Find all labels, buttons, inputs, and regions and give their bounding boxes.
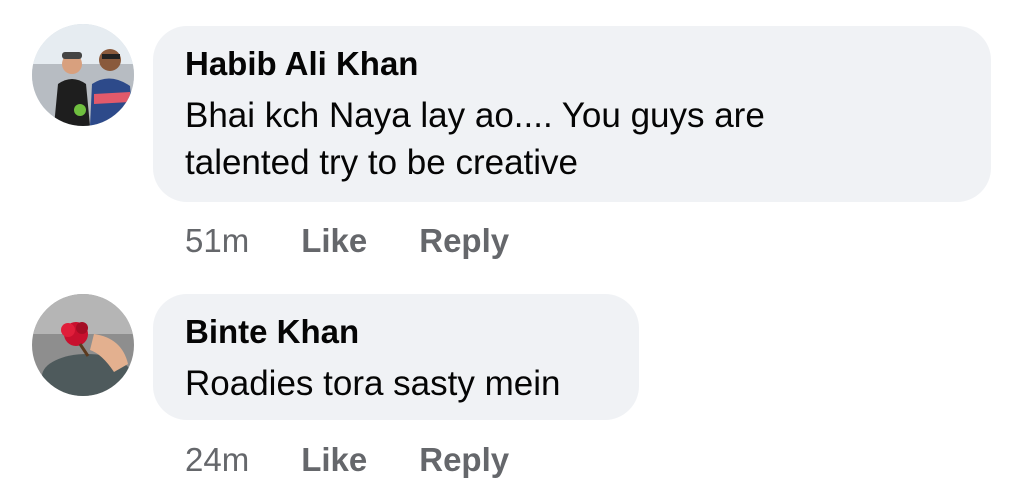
reply-button[interactable]: Reply — [419, 440, 509, 480]
comment-bubble[interactable]: Binte Khan Roadies tora sasty mein — [153, 294, 639, 420]
comment-text: Roadies tora sasty mein — [185, 364, 561, 403]
comment-actions: 51m Like Reply — [185, 221, 509, 261]
comment-2: Binte Khan Roadies tora sasty mein 24m L… — [0, 270, 1024, 480]
avatar-photo — [32, 24, 134, 126]
comment-bubble[interactable]: Habib Ali Khan Bhai kch Naya lay ao.... … — [153, 26, 991, 202]
comment-author[interactable]: Binte Khan — [185, 312, 607, 352]
comment-timestamp[interactable]: 24m — [185, 440, 249, 480]
comment-text: Bhai kch Naya lay ao.... You guys are ta… — [185, 96, 765, 182]
avatar-binte-khan[interactable] — [32, 294, 134, 396]
comment-author[interactable]: Habib Ali Khan — [185, 44, 959, 84]
comment-actions: 24m Like Reply — [185, 440, 509, 480]
avatar-photo — [32, 294, 134, 396]
comment-timestamp[interactable]: 51m — [185, 221, 249, 261]
avatar-habib-ali-khan[interactable] — [32, 24, 134, 126]
comment-1: Habib Ali Khan Bhai kch Naya lay ao.... … — [0, 0, 1024, 270]
like-button[interactable]: Like — [301, 440, 367, 480]
reply-button[interactable]: Reply — [419, 221, 509, 261]
like-button[interactable]: Like — [301, 221, 367, 261]
